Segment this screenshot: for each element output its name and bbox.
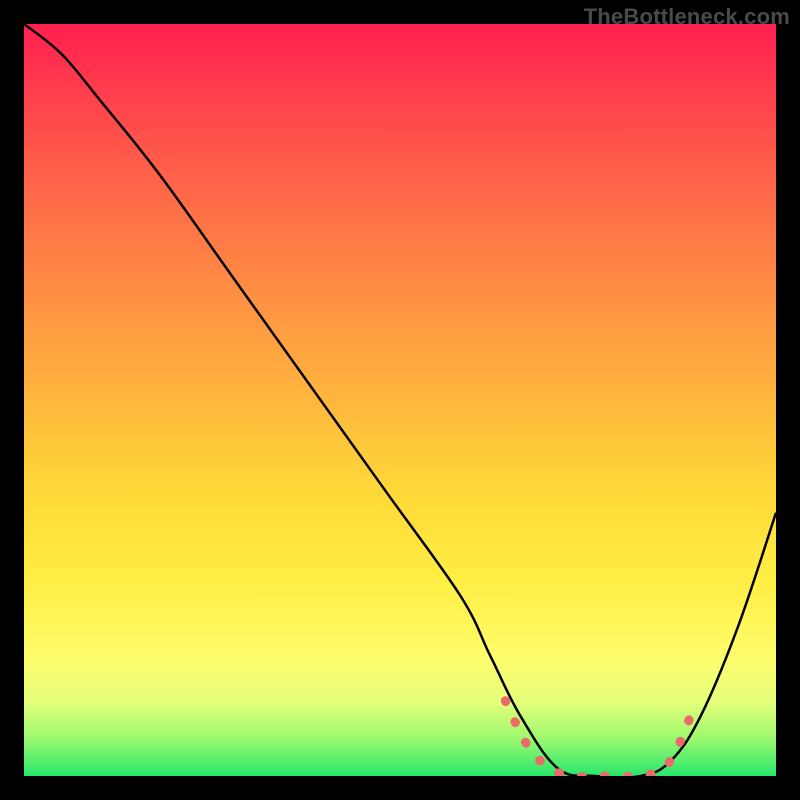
plot-area [24, 24, 776, 776]
bottleneck-curve [24, 24, 776, 776]
chart-overlay [24, 24, 776, 776]
watermark-text: TheBottleneck.com [584, 4, 790, 30]
figure-root: TheBottleneck.com [0, 0, 800, 800]
plot-frame [22, 22, 778, 778]
